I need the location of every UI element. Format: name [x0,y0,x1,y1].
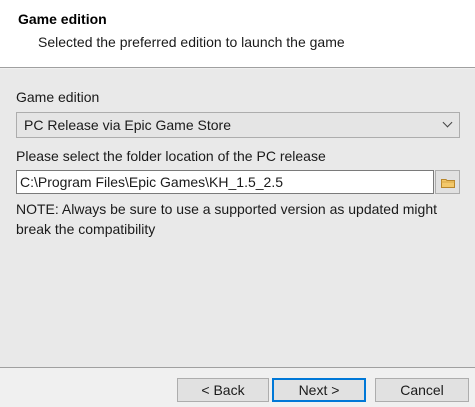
back-button[interactable]: < Back [177,378,269,402]
edition-dropdown[interactable]: PC Release via Epic Game Store [16,112,460,138]
wizard-footer: < Back Next > Cancel [0,369,475,407]
browse-folder-button[interactable] [435,170,460,194]
folder-label: Please select the folder location of the… [16,148,326,164]
edition-label: Game edition [16,89,100,105]
folder-path-input[interactable] [16,170,434,194]
edition-selected-value: PC Release via Epic Game Store [24,117,231,133]
folder-icon [441,179,455,188]
wizard-content: Game edition PC Release via Epic Game St… [0,69,475,368]
wizard-header: Game edition Selected the preferred edit… [0,0,475,68]
page-title: Game edition [18,11,107,27]
chevron-down-icon [442,117,453,128]
page-subtitle: Selected the preferred edition to launch… [38,34,345,50]
cancel-button[interactable]: Cancel [375,378,469,402]
compatibility-note: NOTE: Always be sure to use a supported … [16,201,438,237]
next-button[interactable]: Next > [272,378,366,402]
